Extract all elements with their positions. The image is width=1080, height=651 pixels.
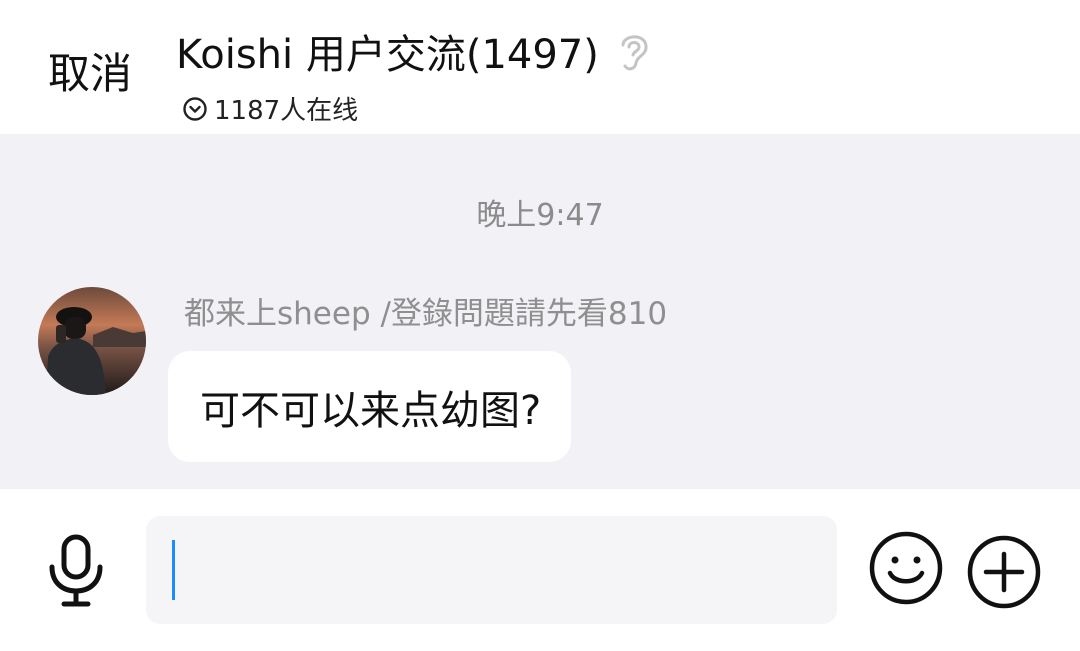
chat-title-block: Koishi 用户交流(1497) 1187人在线 bbox=[176, 22, 651, 127]
avatar[interactable] bbox=[38, 287, 146, 395]
online-count: 1187人在线 bbox=[214, 96, 359, 126]
sender-name: 都来上sheep /登錄問題請先看810 bbox=[184, 296, 668, 332]
microphone-icon[interactable] bbox=[44, 533, 108, 609]
chat-header: 取消 Koishi 用户交流(1497) 1187人在线 bbox=[0, 0, 1080, 134]
emoji-icon[interactable] bbox=[868, 530, 944, 606]
ear-icon[interactable] bbox=[617, 29, 651, 73]
chevron-down-circle-icon bbox=[182, 96, 208, 122]
plus-circle-icon[interactable] bbox=[966, 534, 1042, 610]
group-title[interactable]: Koishi 用户交流(1497) bbox=[176, 22, 599, 80]
title-row: Koishi 用户交流(1497) bbox=[176, 22, 651, 80]
message-bubble[interactable]: 可不可以来点幼图? bbox=[168, 351, 572, 462]
message-input[interactable] bbox=[146, 516, 837, 624]
text-caret bbox=[172, 540, 175, 600]
message-list[interactable]: 晚上9:47 都来上sheep /登錄問題請先看810 可不可以来点幼图? bbox=[0, 134, 1080, 489]
message-timestamp: 晚上9:47 bbox=[476, 198, 604, 233]
cancel-button[interactable]: 取消 bbox=[48, 40, 132, 101]
online-count-row[interactable]: 1187人在线 bbox=[182, 90, 651, 127]
